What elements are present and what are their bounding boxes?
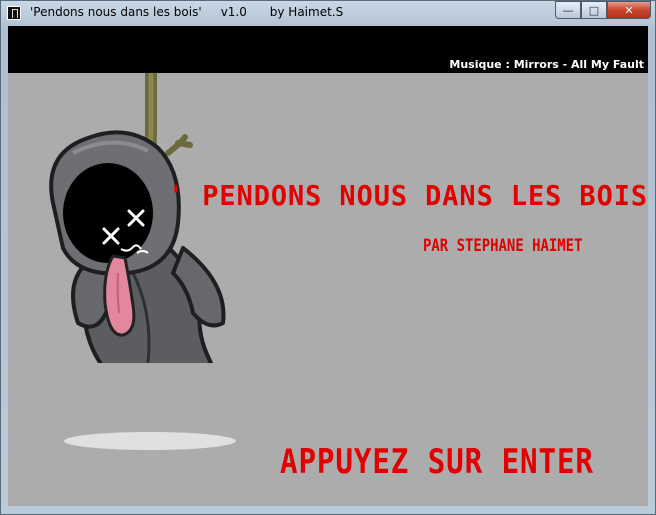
maximize-button[interactable]: □ [581, 1, 607, 19]
app-icon [7, 6, 21, 20]
header-bar: Musique : Mirrors - All My Fault [8, 26, 648, 73]
window-title: 'Pendons nous dans les bois' v1.0 by Hai… [30, 5, 344, 19]
music-label: Musique : Mirrors - All My Fault [449, 58, 644, 71]
ground-shadow [64, 432, 236, 450]
hanged-reaper-sprite [49, 73, 226, 363]
minimize-button[interactable]: — [555, 1, 581, 19]
window-controls: — □ ✕ [555, 1, 651, 20]
close-button[interactable]: ✕ [607, 1, 651, 19]
game-window: 'Pendons nous dans les bois' v1.0 by Hai… [0, 0, 656, 515]
game-canvas[interactable]: Musique : Mirrors - All My Fault ' PENDO… [8, 26, 648, 506]
title-bar[interactable]: 'Pendons nous dans les bois' v1.0 by Hai… [1, 1, 655, 25]
author-credit: PAR STEPHANE HAIMET [423, 236, 583, 256]
game-title: ' PENDONS NOUS DANS LES BOIS ' [168, 179, 648, 212]
press-enter-prompt[interactable]: APPUYEZ SUR ENTER [280, 442, 594, 482]
